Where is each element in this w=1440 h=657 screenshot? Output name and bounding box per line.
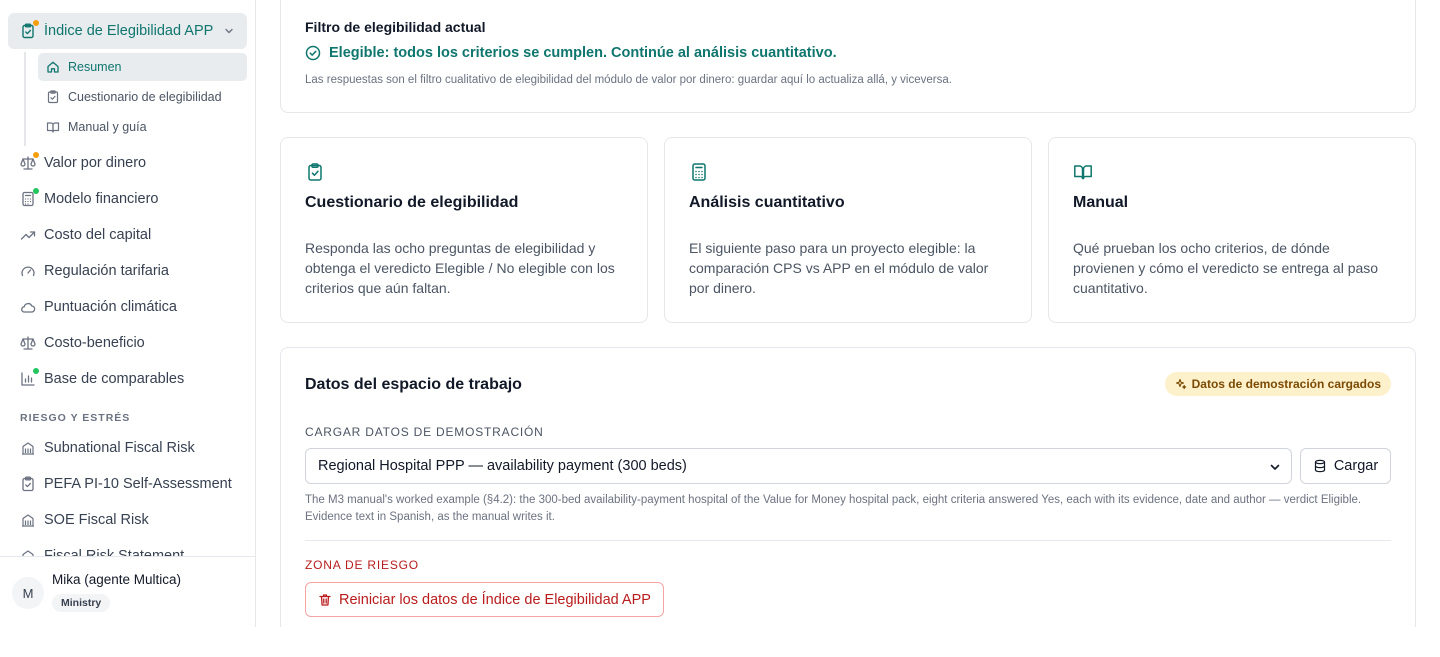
avatar: M [12, 577, 44, 609]
status-dot [33, 20, 39, 26]
sidebar-item-label: Costo del capital [44, 227, 152, 243]
trending-up-icon [20, 227, 36, 243]
feature-card-manual[interactable]: Manual Qué prueban los ocho criterios, d… [1048, 137, 1416, 323]
sidebar-item-fiscal-risk-statement[interactable]: Fiscal Risk Statement [8, 538, 247, 556]
check-circle-icon [305, 45, 321, 61]
sidebar-subitem-label: Manual y guía [68, 120, 147, 134]
clipboard-check-icon [305, 162, 325, 182]
clipboard-check-icon [46, 90, 60, 104]
sidebar-item-label: Índice de Elegibilidad APP [44, 23, 214, 39]
scale-icon [20, 335, 36, 351]
sidebar-item-label: Puntuación climática [44, 299, 177, 315]
main-content: Filtro de elegibilidad actual Elegible: … [256, 0, 1440, 627]
eligibility-filter-card: Filtro de elegibilidad actual Elegible: … [280, 0, 1416, 113]
bar-chart-icon [20, 368, 39, 387]
sidebar-item-valor-por-dinero[interactable]: Valor por dinero [8, 145, 247, 181]
filter-title: Filtro de elegibilidad actual [305, 19, 486, 35]
feature-card-analisis[interactable]: Análisis cuantitativo El siguiente paso … [664, 137, 1032, 323]
feature-title: Análisis cuantitativo [689, 194, 845, 211]
sidebar-item-label: Modelo financiero [44, 191, 159, 207]
subtree-line [24, 52, 26, 146]
demo-data-note: The M3 manual's worked example (§4.2): t… [305, 494, 1362, 523]
feature-title: Cuestionario de elegibilidad [305, 194, 519, 211]
sidebar-subitem-label: Cuestionario de elegibilidad [68, 90, 222, 104]
danger-zone-label: ZONA DE RIESGO [305, 558, 419, 572]
filter-status: Elegible: todos los criterios se cumplen… [305, 45, 837, 61]
filter-status-text: Elegible: todos los criterios se cumplen… [329, 45, 837, 61]
feature-title: Manual [1073, 194, 1129, 211]
sidebar-subitem-manual[interactable]: Manual y guía [38, 113, 247, 141]
chevron-down-icon[interactable] [223, 25, 235, 37]
clipboard-check-icon [20, 476, 36, 492]
demo-data-label: CARGAR DATOS DE DEMOSTRACIÓN [305, 425, 544, 439]
status-dot [33, 368, 39, 374]
sidebar-section-label: RIESGO Y ESTRÉS [20, 412, 131, 424]
load-button-label: Cargar [1333, 458, 1379, 474]
sidebar-item-label: Base de comparables [44, 371, 185, 387]
divider [305, 540, 1391, 541]
sidebar-item-subnational-fiscal-risk[interactable]: Subnational Fiscal Risk [8, 430, 247, 466]
workspace-data-card: Datos del espacio de trabajo Datos de de… [280, 347, 1416, 627]
select-value: Regional Hospital PPP — availability pay… [318, 458, 687, 474]
database-icon [1313, 459, 1327, 473]
sidebar-item-costo-capital[interactable]: Costo del capital [8, 217, 247, 253]
demo-dataset-select[interactable]: Regional Hospital PPP — availability pay… [305, 448, 1292, 484]
user-profile[interactable]: M Mika (agente Multica) Ministry [0, 556, 255, 627]
status-dot [33, 188, 39, 194]
building-icon [20, 440, 36, 456]
sidebar: Índice de Elegibilidad APP Resumen Cuest… [0, 0, 256, 627]
trash-icon [318, 593, 332, 607]
chevron-down-icon [1269, 461, 1281, 473]
sidebar-item-pefa[interactable]: PEFA PI-10 Self-Assessment [8, 466, 247, 502]
scale-icon [20, 152, 39, 171]
sidebar-item-puntuacion-climatica[interactable]: Puntuación climática [8, 289, 247, 325]
gauge-icon [20, 263, 36, 279]
sidebar-item-label: Subnational Fiscal Risk [44, 440, 195, 456]
load-demo-button[interactable]: Cargar [1300, 448, 1391, 484]
sidebar-item-costo-beneficio[interactable]: Costo-beneficio [8, 325, 247, 361]
sidebar-item-label: Valor por dinero [44, 155, 147, 171]
user-name: Mika (agente Multica) [52, 572, 182, 587]
feature-description: El siguiente paso para un proyecto elegi… [689, 240, 989, 296]
cloud-icon [20, 299, 36, 315]
home-icon [46, 60, 60, 74]
sparkles-icon [1175, 378, 1187, 390]
clipboard-check-icon [20, 20, 39, 39]
demo-loaded-badge: Datos de demostración cargados [1164, 372, 1391, 396]
sidebar-item-label: PEFA PI-10 Self-Assessment [44, 476, 232, 492]
feature-card-cuestionario[interactable]: Cuestionario de elegibilidad Responda la… [280, 137, 648, 323]
reset-button-label: Reiniciar los datos de Índice de Elegibi… [339, 591, 651, 608]
sidebar-item-label: Regulación tarifaria [44, 263, 169, 279]
reset-data-button[interactable]: Reiniciar los datos de Índice de Elegibi… [305, 582, 664, 617]
sidebar-item-modelo-financiero[interactable]: Modelo financiero [8, 181, 247, 217]
filter-note: Las respuestas son el filtro cualitativo… [305, 74, 952, 86]
app-root: Índice de Elegibilidad APP Resumen Cuest… [0, 0, 1440, 657]
book-open-icon [1073, 162, 1093, 182]
sidebar-item-indice-elegibilidad[interactable]: Índice de Elegibilidad APP [8, 13, 247, 49]
building-icon [20, 548, 36, 556]
book-open-icon [46, 120, 60, 134]
sidebar-item-base-comparables[interactable]: Base de comparables [8, 361, 247, 397]
sidebar-item-label: SOE Fiscal Risk [44, 512, 149, 528]
sidebar-nav: Índice de Elegibilidad APP Resumen Cuest… [0, 0, 255, 556]
feature-description: Qué prueban los ocho criterios, de dónde… [1073, 240, 1379, 296]
sidebar-subitem-label: Resumen [68, 60, 122, 74]
sidebar-item-partial[interactable] [8, 0, 247, 8]
calculator-icon [689, 162, 709, 182]
sidebar-subitem-resumen[interactable]: Resumen [38, 53, 247, 81]
user-role-badge: Ministry [52, 594, 111, 612]
badge-text: Datos de demostración cargados [1191, 377, 1381, 391]
sidebar-item-label: Costo-beneficio [44, 335, 145, 351]
sidebar-item-regulacion-tarifaria[interactable]: Regulación tarifaria [8, 253, 247, 289]
sidebar-item-label: Fiscal Risk Statement [44, 548, 185, 556]
workspace-title: Datos del espacio de trabajo [305, 376, 522, 393]
calculator-icon [20, 188, 39, 207]
feature-description: Responda las ocho preguntas de elegibili… [305, 240, 615, 296]
sidebar-subitem-cuestionario[interactable]: Cuestionario de elegibilidad [38, 83, 247, 111]
building-icon [20, 512, 36, 528]
sidebar-item-soe-fiscal-risk[interactable]: SOE Fiscal Risk [8, 502, 247, 538]
status-dot [33, 152, 39, 158]
